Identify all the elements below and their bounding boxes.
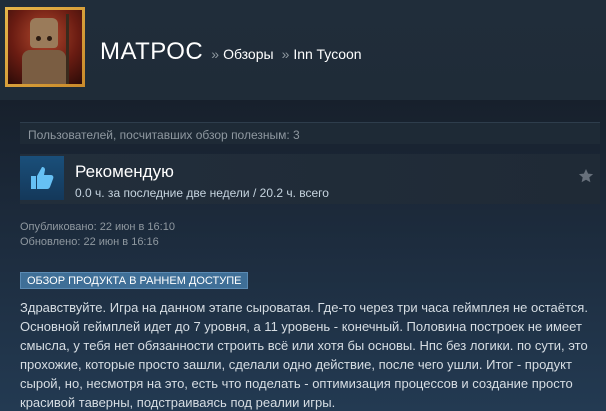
breadcrumb: МАТРОС » Обзоры » Inn Tycoon [100, 38, 362, 66]
review-dates: Опубликовано: 22 июн в 16:10 Обновлено: … [20, 220, 175, 250]
avatar[interactable] [5, 7, 85, 87]
review-body: Здравствуйте. Игра на данном этапе сыров… [20, 300, 588, 410]
playtime-hours: 0.0 ч. за последние две недели / 20.2 ч.… [75, 186, 329, 200]
updated-date: Обновлено: 22 июн в 16:16 [20, 236, 159, 248]
recommendation-box: Рекомендую 0.0 ч. за последние две недел… [20, 154, 600, 204]
thumbs-up-icon [20, 156, 64, 200]
avatar-image [8, 10, 82, 84]
breadcrumb-reviews-link[interactable]: Обзоры [223, 46, 274, 62]
recommendation-label: Рекомендую [75, 162, 174, 181]
breadcrumb-separator: » [211, 46, 220, 62]
breadcrumb-separator: » [281, 46, 290, 62]
helpful-count: Пользователей, посчитавших обзор полезны… [20, 122, 600, 144]
early-access-badge: ОБЗОР ПРОДУКТА В РАННЕМ ДОСТУПЕ [20, 272, 249, 289]
breadcrumb-game-link[interactable]: Inn Tycoon [293, 46, 361, 62]
star-icon[interactable] [578, 168, 594, 189]
profile-header: МАТРОС » Обзоры » Inn Tycoon [0, 0, 606, 100]
published-date: Опубликовано: 22 июн в 16:10 [20, 221, 175, 233]
review-content: Пользователей, посчитавших обзор полезны… [0, 100, 606, 411]
username-link[interactable]: МАТРОС [100, 38, 203, 66]
